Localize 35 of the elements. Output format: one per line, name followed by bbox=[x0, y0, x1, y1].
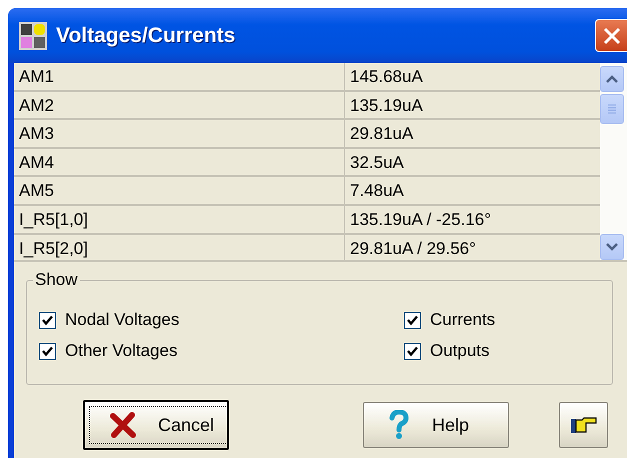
checkbox[interactable] bbox=[39, 312, 56, 328]
close-button[interactable] bbox=[595, 19, 627, 52]
checkbox-label[interactable]: Other Voltages bbox=[65, 341, 178, 361]
cancel-button[interactable]: Cancel bbox=[83, 400, 229, 450]
table-cell: I_R5[1,0] bbox=[14, 206, 345, 233]
table-cell-text: 135.19uA bbox=[349, 94, 424, 117]
checkbox-label[interactable]: Outputs bbox=[430, 341, 490, 361]
table-cell-text: 32.5uA bbox=[349, 152, 405, 174]
pointer-button[interactable] bbox=[559, 402, 608, 448]
scrollbar-thumb[interactable] bbox=[600, 94, 624, 124]
checkbox[interactable] bbox=[404, 342, 421, 360]
table-cell: AM2 bbox=[14, 92, 345, 118]
window-title: Voltages/Currents bbox=[56, 24, 236, 48]
pointing-hand-icon bbox=[570, 415, 598, 435]
checkbox[interactable] bbox=[404, 312, 421, 328]
close-icon bbox=[602, 26, 622, 46]
table-cell-text: 29.81uA bbox=[349, 123, 414, 146]
question-mark-icon bbox=[388, 410, 410, 440]
cross-icon bbox=[110, 412, 136, 438]
table-cell-text: 145.68uA bbox=[349, 66, 424, 88]
table-cell: AM3 bbox=[14, 120, 345, 147]
checkbox-label[interactable]: Currents bbox=[430, 310, 496, 330]
help-button[interactable]: Help bbox=[363, 402, 509, 448]
table-cell: AM5 bbox=[14, 177, 345, 204]
table-cell-text: 135.19uA / -25.16° bbox=[349, 208, 492, 231]
checkbox-label[interactable]: Nodal Voltages bbox=[65, 310, 180, 330]
checkbox[interactable] bbox=[39, 342, 56, 360]
table-cell-text: 7.48uA bbox=[349, 180, 405, 202]
table-cell-text: 29.81uA / 29.56° bbox=[349, 238, 477, 260]
app-icon bbox=[18, 20, 48, 50]
table-cell: I_R5[2,0] bbox=[14, 234, 345, 260]
scroll-down-button[interactable] bbox=[600, 234, 624, 260]
table-cell: AM4 bbox=[14, 148, 345, 176]
table-cell: AM1 bbox=[14, 63, 345, 90]
scroll-up-button[interactable] bbox=[600, 66, 624, 92]
